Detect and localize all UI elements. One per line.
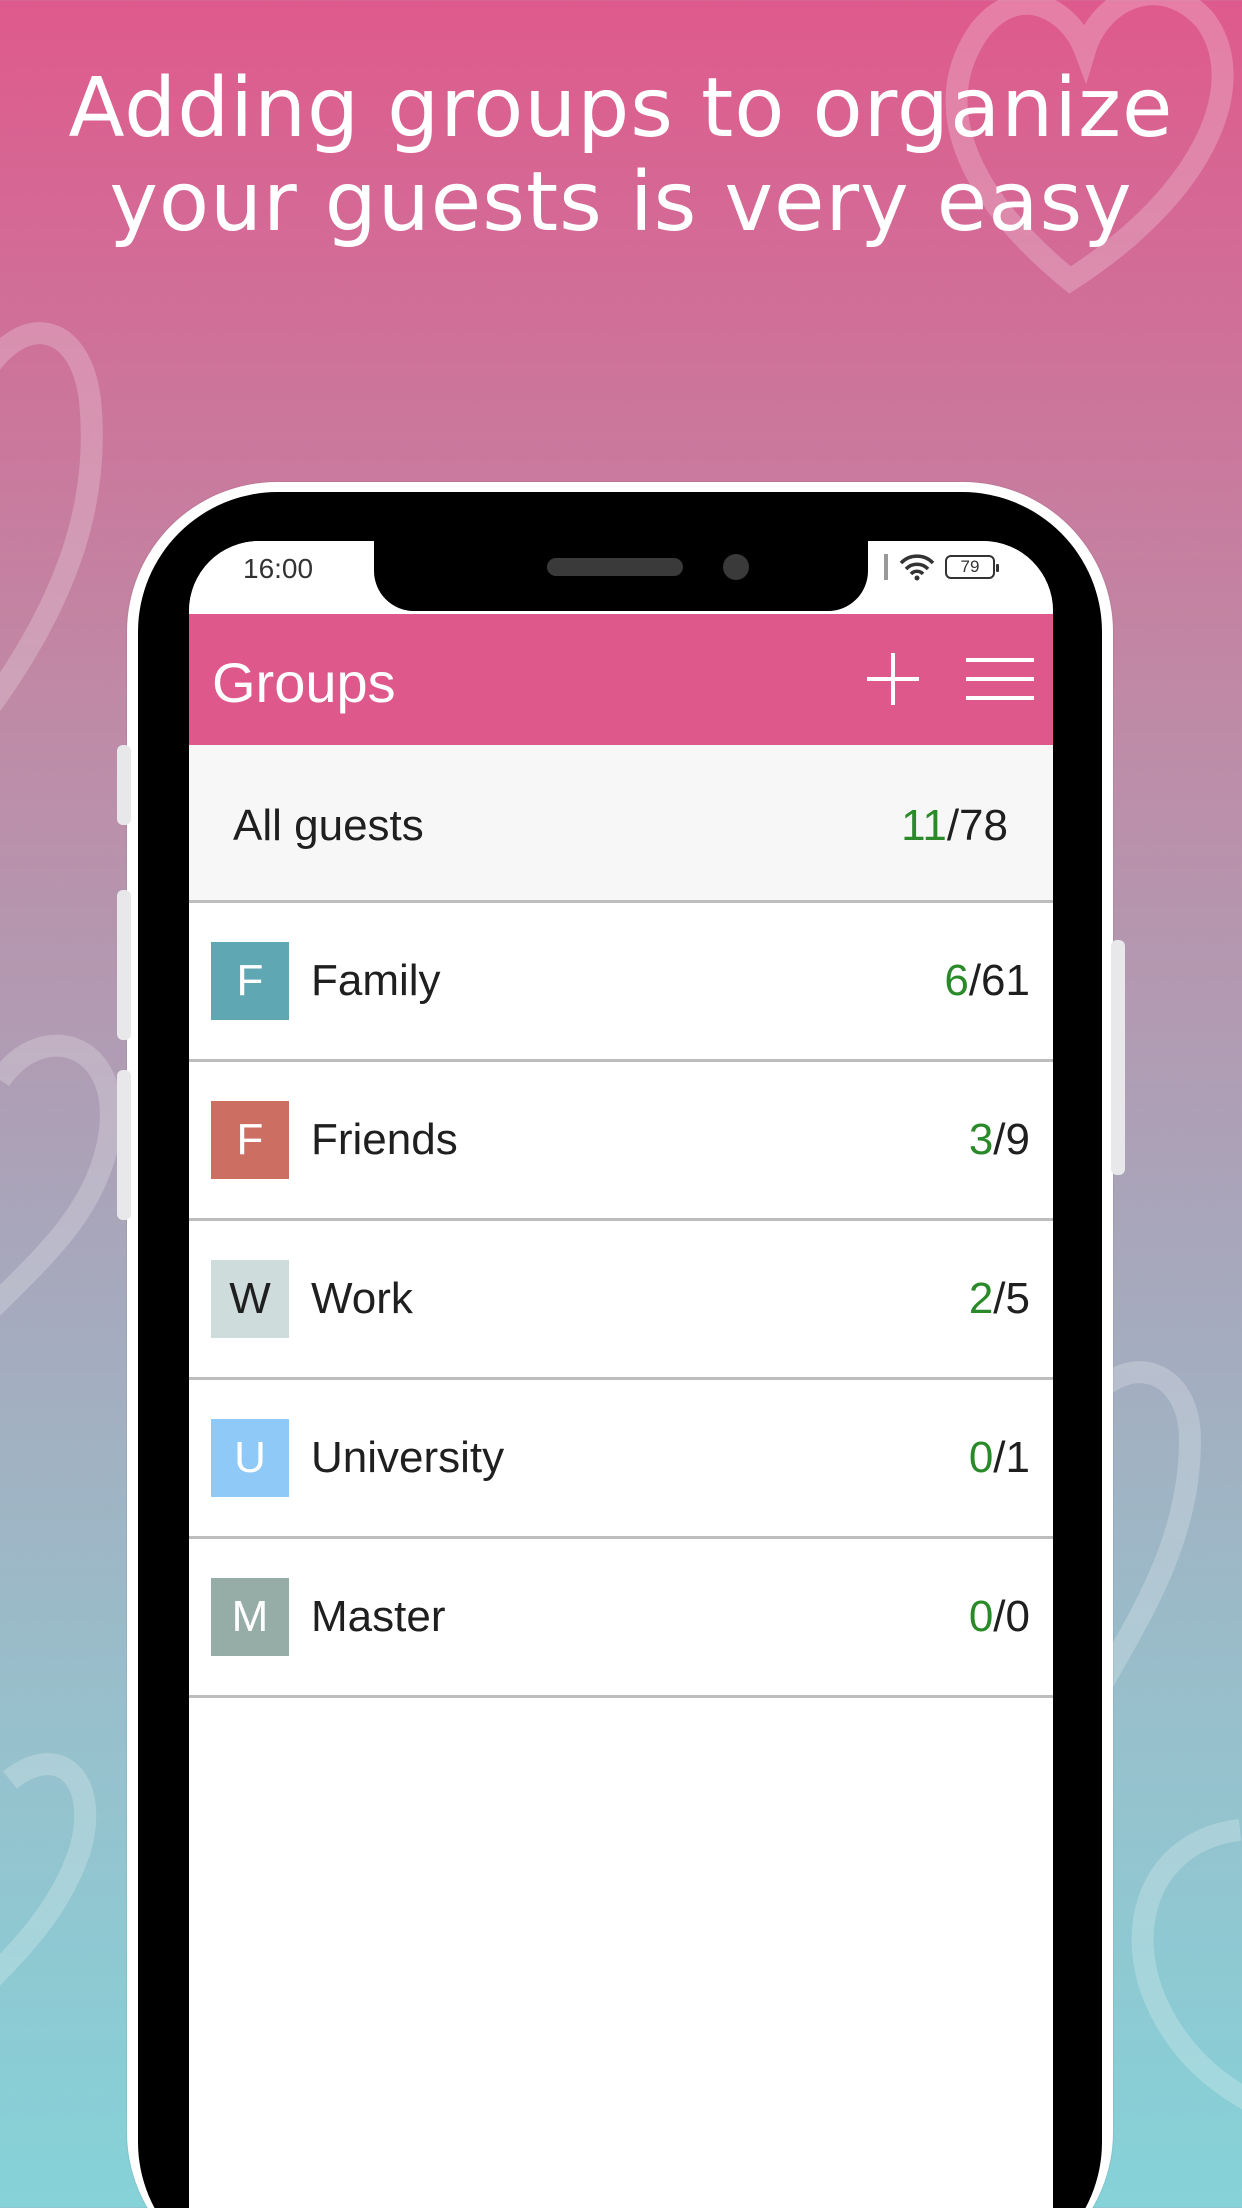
phone-notch [374,541,868,611]
battery-icon: 79 [945,555,999,579]
phone-side-button [117,890,131,1040]
group-count: 6/61 [944,956,1030,1006]
total-count: /1 [993,1433,1030,1482]
battery-level: 79 [960,557,980,576]
status-icons: 79 [883,553,999,581]
group-avatar: M [211,1578,289,1656]
confirmed-count: 2 [968,1274,994,1323]
total-count: /9 [993,1115,1030,1164]
group-name: Friends [311,1115,458,1164]
group-row[interactable]: U University 0/1 [189,1380,1053,1539]
group-count: 2/5 [969,1274,1030,1324]
group-name: University [311,1433,505,1482]
phone-speaker [547,558,683,576]
confirmed-count: 0 [968,1433,994,1482]
all-guests-count: 11/78 [901,801,1008,851]
group-name: Master [311,1592,446,1641]
total-count: /0 [993,1592,1030,1641]
headline-line-2: your guests is very easy [109,155,1133,250]
total-count: /61 [968,956,1030,1005]
signal-icon [884,554,888,580]
group-count: 0/1 [969,1433,1030,1483]
phone-camera [723,554,749,580]
group-row[interactable]: F Friends 3/9 [189,1062,1053,1221]
phone-screen: 16:00 79 Groups All guests 11/78 F Famil… [189,541,1053,2208]
all-guests-row[interactable]: All guests 11/78 [189,745,1053,903]
group-avatar: W [211,1260,289,1338]
wifi-icon [899,554,935,581]
hamburger-menu-icon [966,658,1034,700]
plus-icon [867,653,919,705]
app-header: Groups [189,614,1053,745]
group-row[interactable]: M Master 0/0 [189,1539,1053,1698]
group-name: Work [311,1274,413,1323]
total-count: /5 [993,1274,1030,1323]
group-row[interactable]: F Family 6/61 [189,903,1053,1062]
total-count: /78 [946,801,1008,850]
confirmed-count: 0 [968,1592,994,1641]
confirmed-count: 11 [901,801,947,850]
confirmed-count: 3 [968,1115,994,1164]
phone-side-button [117,745,131,825]
confirmed-count: 6 [944,956,969,1005]
phone-side-button [1111,940,1125,1175]
group-avatar: F [211,942,289,1020]
add-group-button[interactable] [856,642,930,716]
group-row[interactable]: W Work 2/5 [189,1221,1053,1380]
headline-line-1: Adding groups to organize [68,61,1174,156]
group-avatar: U [211,1419,289,1497]
all-guests-label: All guests [233,801,424,850]
page-title: Groups [212,651,396,714]
phone-side-button [117,1070,131,1220]
group-count: 3/9 [969,1115,1030,1165]
group-avatar: F [211,1101,289,1179]
group-count: 0/0 [969,1592,1030,1642]
status-time: 16:00 [243,553,314,584]
group-name: Family [311,956,441,1005]
promo-headline: Adding groups to organize your guests is… [0,62,1242,250]
menu-button[interactable] [963,642,1037,716]
